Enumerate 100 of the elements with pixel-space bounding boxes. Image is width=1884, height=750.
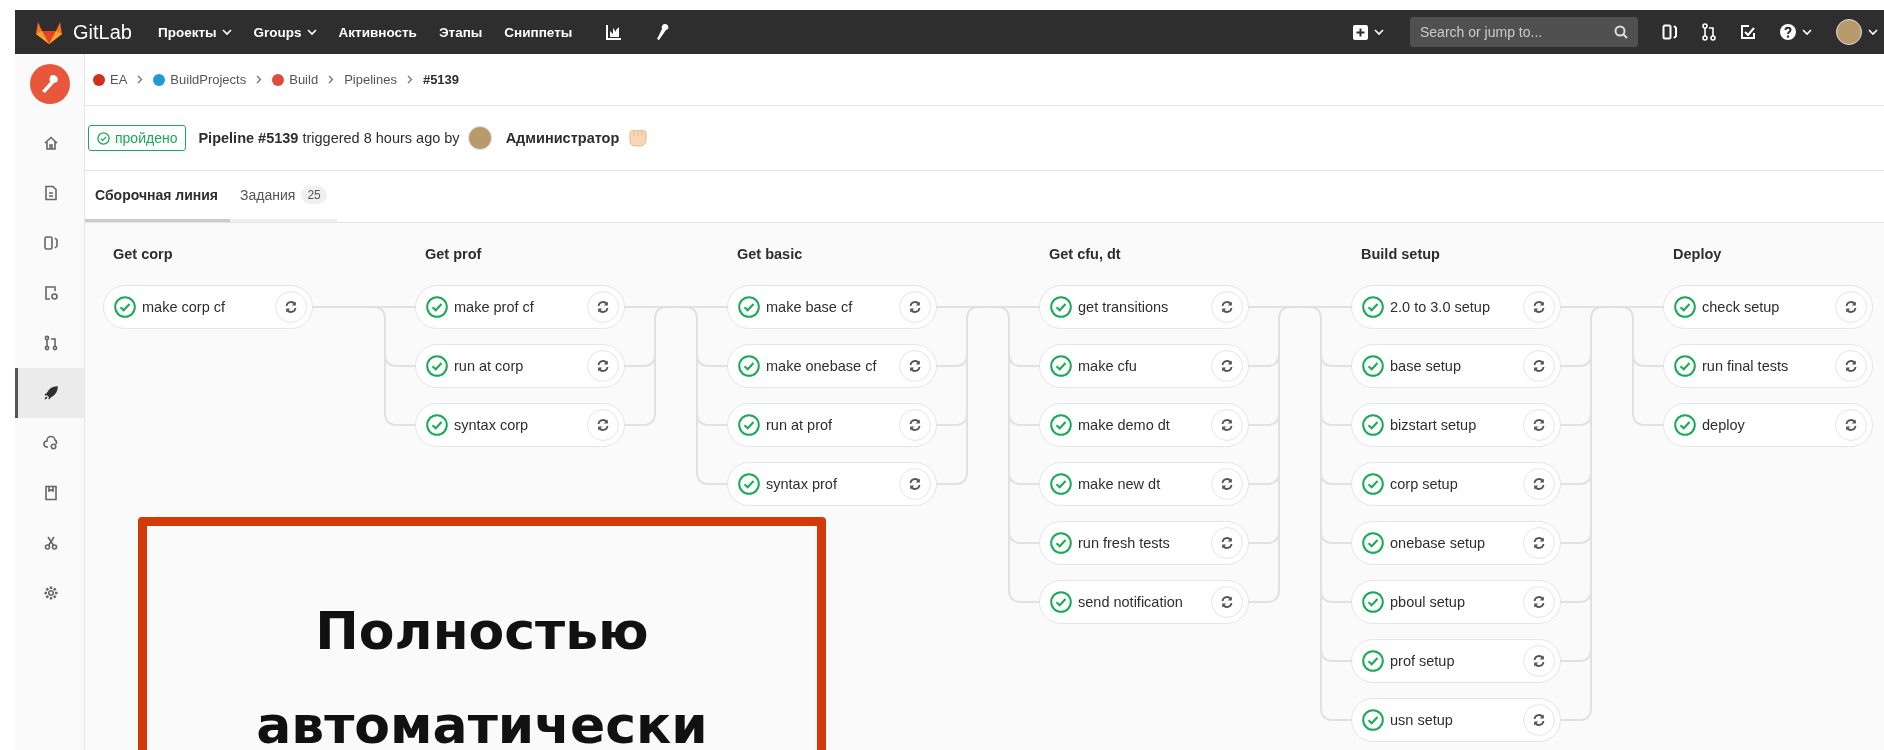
retry-button[interactable] xyxy=(275,291,307,323)
retry-button[interactable] xyxy=(1523,291,1555,323)
board-icon[interactable] xyxy=(1662,24,1678,40)
retry-button[interactable] xyxy=(587,291,619,323)
retry-button[interactable] xyxy=(1835,409,1867,441)
job-pill[interactable]: bizstart setup xyxy=(1351,403,1561,447)
retry-button[interactable] xyxy=(1211,527,1243,559)
retry-button[interactable] xyxy=(899,350,931,382)
job-pill[interactable]: 2.0 to 3.0 setup xyxy=(1351,285,1561,329)
plus-square-icon[interactable] xyxy=(1353,24,1368,40)
retry-button[interactable] xyxy=(1523,704,1555,736)
stage-title: Build setup xyxy=(1360,245,1441,264)
job-pill[interactable]: pboul setup xyxy=(1351,580,1561,624)
job-name: get transitions xyxy=(1078,299,1170,315)
retry-icon xyxy=(1220,418,1234,432)
job-pill[interactable]: make prof cf xyxy=(415,285,625,329)
file-gear-icon xyxy=(43,285,59,301)
retry-button[interactable] xyxy=(1523,350,1555,382)
retry-icon xyxy=(908,359,922,373)
job-pill[interactable]: run at corp xyxy=(415,344,625,388)
retry-icon xyxy=(908,300,922,314)
retry-button[interactable] xyxy=(899,409,931,441)
nav-link[interactable]: Проекты xyxy=(157,24,232,40)
job-pill[interactable]: syntax prof xyxy=(727,462,937,506)
job-name: run final tests xyxy=(1702,358,1790,374)
job-pill[interactable]: make demo dt xyxy=(1039,403,1249,447)
retry-button[interactable] xyxy=(587,409,619,441)
job-name: send notification xyxy=(1078,594,1184,610)
user-avatar[interactable] xyxy=(1836,19,1862,45)
sidebar-item[interactable] xyxy=(15,368,84,418)
project-avatar[interactable] xyxy=(29,64,70,104)
job-pill[interactable]: run at prof xyxy=(727,403,937,447)
job-pill[interactable]: send notification xyxy=(1039,580,1249,624)
retry-button[interactable] xyxy=(899,291,931,323)
job-name: make corp cf xyxy=(142,299,226,315)
retry-button[interactable] xyxy=(1523,527,1555,559)
chart-icon[interactable] xyxy=(606,24,623,40)
job-pill[interactable]: make corp cf xyxy=(103,285,313,329)
job-pill[interactable]: corp setup xyxy=(1351,462,1561,506)
retry-button[interactable] xyxy=(1523,645,1555,677)
job-pill[interactable]: prof setup xyxy=(1351,639,1561,683)
job-pill[interactable]: onebase setup xyxy=(1351,521,1561,565)
job-pill[interactable]: make onebase cf xyxy=(727,344,937,388)
retry-button[interactable] xyxy=(1211,468,1243,500)
job-pill[interactable]: run fresh tests xyxy=(1039,521,1249,565)
retry-button[interactable] xyxy=(1211,291,1243,323)
search-field[interactable]: Search or jump to... xyxy=(1410,17,1638,47)
fist-icon xyxy=(627,129,650,147)
retry-button[interactable] xyxy=(1523,586,1555,618)
job-name: make prof cf xyxy=(454,299,535,315)
job-name: make onebase cf xyxy=(766,358,878,374)
todo-check-icon[interactable] xyxy=(1740,24,1756,40)
job-name: make new dt xyxy=(1078,476,1162,492)
chevron-icon xyxy=(328,75,335,84)
job-pill[interactable]: get transitions xyxy=(1039,285,1249,329)
wrench-icon[interactable] xyxy=(656,23,671,41)
user-link[interactable]: Администратор xyxy=(505,130,620,146)
nav-link[interactable]: Этапы xyxy=(438,24,483,40)
job-pill[interactable]: usn setup xyxy=(1351,698,1561,742)
retry-button[interactable] xyxy=(1211,350,1243,382)
brand-name[interactable]: GitLab xyxy=(73,20,132,44)
caret-icon[interactable] xyxy=(1374,28,1384,36)
retry-button[interactable] xyxy=(1211,586,1243,618)
job-pill[interactable]: deploy xyxy=(1663,403,1873,447)
retry-button[interactable] xyxy=(1835,291,1867,323)
help-icon[interactable] xyxy=(1780,24,1796,40)
merge-request-icon[interactable] xyxy=(1702,23,1716,41)
retry-button[interactable] xyxy=(1835,350,1867,382)
retry-button[interactable] xyxy=(1523,409,1555,441)
retry-icon xyxy=(908,477,922,491)
retry-icon xyxy=(1220,300,1234,314)
job-name: check setup xyxy=(1702,299,1781,315)
job-pill[interactable]: base setup xyxy=(1351,344,1561,388)
retry-button[interactable] xyxy=(1211,409,1243,441)
caret-icon[interactable] xyxy=(1868,28,1878,36)
nav-link[interactable]: Сниппеты xyxy=(504,24,573,40)
caret-icon[interactable] xyxy=(1802,28,1812,36)
job-pill[interactable]: make cfu xyxy=(1039,344,1249,388)
job-name: deploy xyxy=(1702,417,1746,433)
job-pill[interactable]: run final tests xyxy=(1663,344,1873,388)
job-pill[interactable]: make new dt xyxy=(1039,462,1249,506)
job-pill[interactable]: syntax corp xyxy=(415,403,625,447)
chevron-icon xyxy=(137,75,144,84)
nav-link[interactable]: Groups xyxy=(253,24,317,40)
breadcrumb-link[interactable]: #5139 xyxy=(422,72,460,87)
breadcrumb-link[interactable]: BuildProjects xyxy=(170,72,247,87)
job-pill[interactable]: check setup xyxy=(1663,285,1873,329)
retry-button[interactable] xyxy=(587,350,619,382)
retry-button[interactable] xyxy=(899,468,931,500)
job-pill[interactable]: make base cf xyxy=(727,285,937,329)
job-name: run at prof xyxy=(766,417,834,433)
retry-button[interactable] xyxy=(1523,468,1555,500)
caret-icon xyxy=(221,28,232,36)
stage-title: Get corp xyxy=(112,245,174,264)
breadcrumb-link[interactable]: Pipelines xyxy=(344,72,397,87)
job-name: syntax prof xyxy=(766,476,838,492)
nav-link[interactable]: Активность xyxy=(338,24,417,40)
job-name: onebase setup xyxy=(1390,535,1487,551)
breadcrumb-link[interactable]: EA xyxy=(110,72,128,87)
breadcrumb-link[interactable]: Build xyxy=(289,72,319,87)
